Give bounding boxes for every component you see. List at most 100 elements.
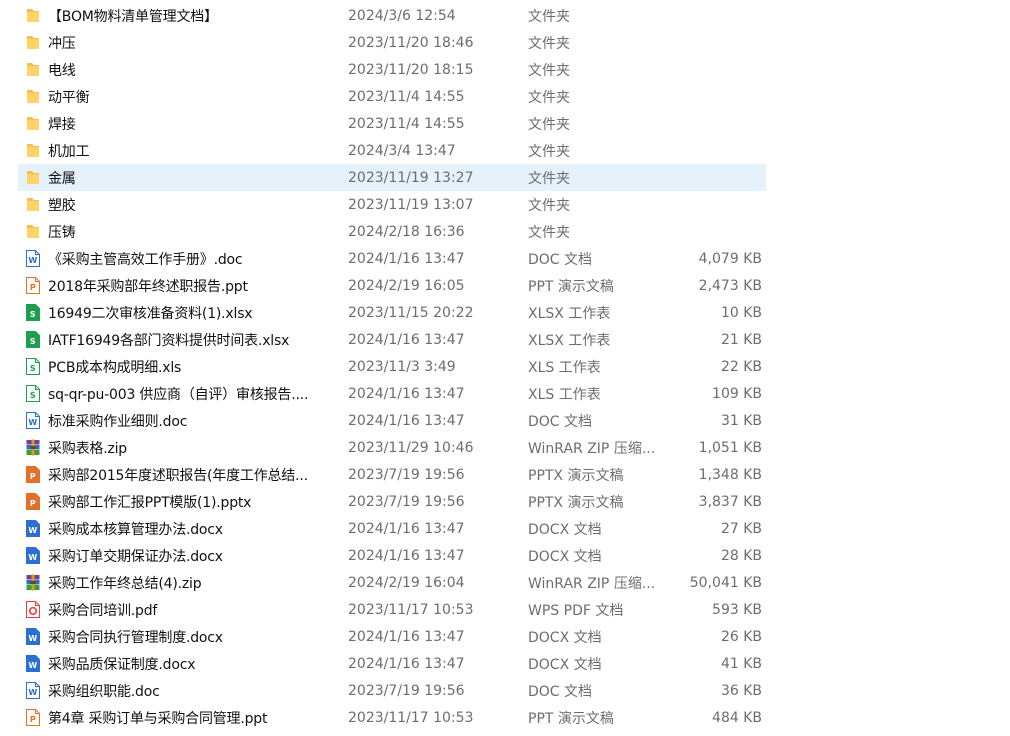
svg-text:P: P bbox=[30, 472, 36, 481]
file-type: 文件夹 bbox=[528, 35, 570, 52]
file-row[interactable]: P 采购部工作汇报PPT模版(1).pptx 2023/7/19 19:56 P… bbox=[0, 488, 1010, 515]
file-name: 焊接 bbox=[48, 116, 76, 133]
file-name: 塑胶 bbox=[48, 197, 76, 214]
file-type: DOCX 文档 bbox=[528, 521, 602, 538]
svg-text:W: W bbox=[28, 256, 37, 265]
file-size: 1,348 KB bbox=[698, 466, 762, 483]
file-type: WinRAR ZIP 压缩... bbox=[528, 440, 656, 457]
file-row[interactable]: 焊接 2023/11/4 14:55 文件夹 bbox=[0, 110, 1010, 137]
svg-text:S: S bbox=[30, 337, 36, 346]
file-row[interactable]: P 2018年采购部年终述职报告.ppt 2024/2/19 16:05 PPT… bbox=[0, 272, 1010, 299]
file-date-modified: 2024/1/16 13:47 bbox=[348, 547, 465, 564]
file-date-modified: 2023/11/20 18:15 bbox=[348, 61, 474, 78]
file-row[interactable]: 【BOM物料清单管理文档】 2024/3/6 12:54 文件夹 bbox=[0, 2, 1010, 29]
file-size: 2,473 KB bbox=[698, 277, 762, 294]
file-size: 41 KB bbox=[720, 655, 762, 672]
file-row[interactable]: S 16949二次审核准备资料(1).xlsx 2023/11/15 20:22… bbox=[0, 299, 1010, 326]
file-type: 文件夹 bbox=[528, 8, 570, 25]
file-name: 采购品质保证制度.docx bbox=[48, 656, 196, 673]
file-type: 文件夹 bbox=[528, 116, 570, 133]
file-type: 文件夹 bbox=[528, 224, 570, 241]
folder-icon bbox=[26, 7, 40, 24]
file-date-modified: 2024/2/19 16:05 bbox=[348, 277, 465, 294]
word-doc-icon: W bbox=[26, 412, 40, 429]
file-date-modified: 2023/11/29 10:46 bbox=[348, 439, 474, 456]
folder-icon bbox=[26, 34, 40, 51]
file-date-modified: 2023/11/17 10:53 bbox=[348, 601, 474, 618]
file-name: 采购合同培训.pdf bbox=[48, 602, 158, 619]
winrar-icon bbox=[26, 439, 40, 456]
file-size: 36 KB bbox=[720, 682, 762, 699]
folder-icon bbox=[26, 196, 40, 213]
file-row[interactable]: W 标准采购作业细则.doc 2024/1/16 13:47 DOC 文档 31… bbox=[0, 407, 1010, 434]
file-row[interactable]: W 采购组织职能.doc 2023/7/19 19:56 DOC 文档 36 K… bbox=[0, 677, 1010, 704]
file-size: 4,079 KB bbox=[698, 250, 762, 267]
file-name: 机加工 bbox=[48, 143, 90, 160]
file-name: 动平衡 bbox=[48, 89, 90, 106]
file-size: 3,837 KB bbox=[698, 493, 762, 510]
file-date-modified: 2023/11/19 13:27 bbox=[348, 169, 474, 186]
file-row[interactable]: 塑胶 2023/11/19 13:07 文件夹 bbox=[0, 191, 1010, 218]
file-row[interactable]: 采购表格.zip 2023/11/29 10:46 WinRAR ZIP 压缩.… bbox=[0, 434, 1010, 461]
file-type: WinRAR ZIP 压缩... bbox=[528, 575, 656, 592]
file-type: XLSX 工作表 bbox=[528, 305, 611, 322]
file-date-modified: 2023/7/19 19:56 bbox=[348, 493, 465, 510]
file-row[interactable]: S sq-qr-pu-003 供应商（自评）审核报告.... 2024/1/16… bbox=[0, 380, 1010, 407]
word-doc-icon: W bbox=[26, 250, 40, 267]
file-row[interactable]: P 采购部2015年度述职报告(年度工作总结... 2023/7/19 19:5… bbox=[0, 461, 1010, 488]
file-date-modified: 2024/1/16 13:47 bbox=[348, 385, 465, 402]
folder-icon bbox=[26, 169, 40, 186]
file-row[interactable]: W 采购成本核算管理办法.docx 2024/1/16 13:47 DOCX 文… bbox=[0, 515, 1010, 542]
file-row[interactable]: W 《采购主管高效工作手册》.doc 2024/1/16 13:47 DOC 文… bbox=[0, 245, 1010, 272]
file-type: PPTX 演示文稿 bbox=[528, 494, 624, 511]
file-size: 484 KB bbox=[712, 709, 762, 726]
file-row[interactable]: 采购合同培训.pdf 2023/11/17 10:53 WPS PDF 文档 5… bbox=[0, 596, 1010, 623]
file-type: 文件夹 bbox=[528, 143, 570, 160]
ppt-outline-icon: P bbox=[26, 709, 40, 726]
file-type: DOC 文档 bbox=[528, 251, 593, 268]
file-row[interactable]: 金属 2023/11/19 13:27 文件夹 bbox=[0, 164, 1010, 191]
folder-icon bbox=[26, 115, 40, 132]
folder-icon bbox=[26, 88, 40, 105]
file-type: DOC 文档 bbox=[528, 413, 593, 430]
file-row[interactable]: W 采购品质保证制度.docx 2024/1/16 13:47 DOCX 文档 … bbox=[0, 650, 1010, 677]
pdf-icon bbox=[26, 601, 40, 618]
file-type: 文件夹 bbox=[528, 62, 570, 79]
file-row[interactable]: 机加工 2024/3/4 13:47 文件夹 bbox=[0, 137, 1010, 164]
file-date-modified: 2023/11/4 14:55 bbox=[348, 115, 465, 132]
svg-text:W: W bbox=[28, 526, 37, 535]
svg-text:S: S bbox=[30, 364, 36, 373]
file-row[interactable]: W 采购合同执行管理制度.docx 2024/1/16 13:47 DOCX 文… bbox=[0, 623, 1010, 650]
file-row[interactable]: 采购工作年终总结(4).zip 2024/2/19 16:04 WinRAR Z… bbox=[0, 569, 1010, 596]
file-row[interactable]: S PCB成本构成明细.xls 2023/11/3 3:49 XLS 工作表 2… bbox=[0, 353, 1010, 380]
svg-text:S: S bbox=[30, 310, 36, 319]
file-type: 文件夹 bbox=[528, 89, 570, 106]
file-date-modified: 2024/3/6 12:54 bbox=[348, 7, 456, 24]
svg-text:P: P bbox=[30, 715, 36, 724]
file-row[interactable]: 电线 2023/11/20 18:15 文件夹 bbox=[0, 56, 1010, 83]
file-row[interactable]: 动平衡 2023/11/4 14:55 文件夹 bbox=[0, 83, 1010, 110]
svg-text:W: W bbox=[28, 661, 37, 670]
file-name: 【BOM物料清单管理文档】 bbox=[48, 8, 218, 25]
folder-icon bbox=[26, 142, 40, 159]
svg-text:W: W bbox=[28, 634, 37, 643]
file-row[interactable]: S IATF16949各部门资料提供时间表.xlsx 2024/1/16 13:… bbox=[0, 326, 1010, 353]
file-type: 文件夹 bbox=[528, 197, 570, 214]
file-date-modified: 2024/1/16 13:47 bbox=[348, 250, 465, 267]
file-date-modified: 2023/11/4 14:55 bbox=[348, 88, 465, 105]
file-date-modified: 2024/1/16 13:47 bbox=[348, 520, 465, 537]
file-type: XLS 工作表 bbox=[528, 359, 601, 376]
file-size: 593 KB bbox=[712, 601, 762, 618]
file-row[interactable]: 冲压 2023/11/20 18:46 文件夹 bbox=[0, 29, 1010, 56]
file-name: 第4章 采购订单与采购合同管理.ppt bbox=[48, 710, 268, 727]
file-name: 采购部工作汇报PPT模版(1).pptx bbox=[48, 494, 252, 511]
ppt-icon: P bbox=[26, 493, 40, 510]
file-name: 采购表格.zip bbox=[48, 440, 127, 457]
word-icon: W bbox=[26, 547, 40, 564]
file-size: 21 KB bbox=[720, 331, 762, 348]
file-row[interactable]: 压铸 2024/2/18 16:36 文件夹 bbox=[0, 218, 1010, 245]
file-row[interactable]: W 采购订单交期保证办法.docx 2024/1/16 13:47 DOCX 文… bbox=[0, 542, 1010, 569]
file-row[interactable]: P 第4章 采购订单与采购合同管理.ppt 2023/11/17 10:53 P… bbox=[0, 704, 1010, 731]
file-list: 【BOM物料清单管理文档】 2024/3/6 12:54 文件夹 冲压 2023… bbox=[0, 0, 1010, 731]
svg-text:P: P bbox=[30, 499, 36, 508]
